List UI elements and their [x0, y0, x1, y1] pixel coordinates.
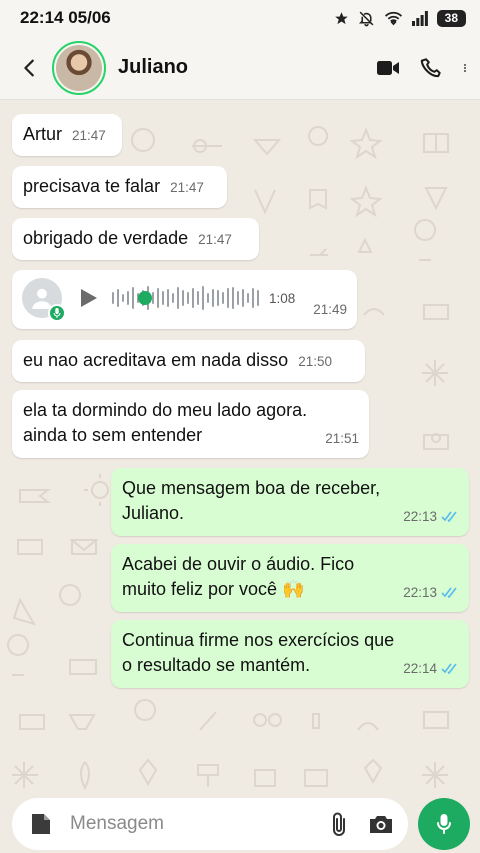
- more-options-icon[interactable]: [462, 58, 468, 78]
- play-icon[interactable]: [80, 288, 98, 308]
- message-input[interactable]: Mensagem: [70, 813, 164, 835]
- message-time: 21:47: [170, 180, 204, 195]
- audio-progress-handle[interactable]: [138, 291, 152, 305]
- message-time: 21:47: [72, 128, 106, 143]
- message-bubble-incoming[interactable]: obrigado de verdade 21:47: [12, 218, 259, 260]
- attach-icon[interactable]: [330, 811, 348, 837]
- read-receipt-icon: [441, 663, 457, 674]
- message-time: 22:13: [403, 509, 437, 524]
- message-time: 22:13: [403, 585, 437, 600]
- status-time: 22:14 05/06: [20, 8, 111, 27]
- mic-icon: [437, 814, 451, 834]
- message-meta: 22:13: [403, 580, 459, 605]
- message-meta: 22:14: [403, 656, 459, 681]
- star-icon: [334, 11, 348, 24]
- video-call-icon[interactable]: [376, 58, 400, 78]
- signal-icon: [411, 10, 428, 26]
- message-text: obrigado de verdade: [23, 228, 189, 248]
- mic-icon: [53, 308, 61, 318]
- voice-record-button[interactable]: [418, 798, 470, 850]
- message-text: Artur: [23, 124, 63, 144]
- read-receipt-icon: [441, 511, 457, 522]
- mic-badge: [48, 304, 66, 322]
- back-arrow-icon: [24, 59, 34, 76]
- audio-message-bubble[interactable]: 1:08 21:49: [12, 270, 357, 329]
- phone-icon[interactable]: [420, 57, 442, 79]
- mute-icon: [358, 11, 374, 26]
- message-text: eu nao acreditava em nada disso: [23, 350, 289, 370]
- audio-duration: 1:08: [269, 290, 296, 306]
- message-text: Que mensagem boa de receber, Juliano.: [122, 478, 381, 523]
- avatar: [56, 44, 102, 91]
- message-bubble-outgoing[interactable]: Continua firme nos exercícios que o resu…: [111, 620, 469, 688]
- message-bubble-outgoing[interactable]: Que mensagem boa de receber, Juliano. 22…: [111, 468, 469, 536]
- status-icons: 38: [334, 9, 466, 27]
- message-time: 21:49: [313, 302, 347, 317]
- message-time: 21:51: [325, 431, 359, 446]
- camera-icon[interactable]: [368, 813, 394, 835]
- message-text: Continua firme nos exercícios que o resu…: [122, 630, 395, 675]
- chat-area[interactable]: Artur 21:47 precisava te falar 21:47 obrig…: [0, 100, 480, 792]
- wifi-icon: [384, 11, 402, 25]
- audio-waveform[interactable]: [112, 283, 259, 313]
- message-text: precisava te falar: [23, 176, 161, 196]
- message-time: 22:14: [403, 661, 437, 676]
- message-bubble-incoming[interactable]: precisava te falar 21:47: [12, 166, 227, 208]
- message-bubble-outgoing[interactable]: Acabei de ouvir o áudio. Fico muito feli…: [111, 544, 469, 612]
- back-button[interactable]: [12, 50, 48, 86]
- audio-sender-avatar: [22, 278, 66, 322]
- message-time: 21:47: [198, 232, 232, 247]
- message-bubble-incoming[interactable]: Artur 21:47: [12, 114, 122, 156]
- message-text: ela ta dormindo do meu lado agora. ainda…: [23, 400, 308, 445]
- read-receipt-icon: [441, 587, 457, 598]
- message-bubble-incoming[interactable]: eu nao acreditava em nada disso 21:50: [12, 340, 365, 382]
- message-text: Acabei de ouvir o áudio. Fico muito feli…: [122, 554, 355, 599]
- message-bubble-incoming[interactable]: ela ta dormindo do meu lado agora. ainda…: [12, 390, 369, 458]
- message-time: 21:50: [298, 354, 332, 369]
- chat-header: Juliano: [0, 36, 480, 100]
- status-bar: 22:14 05/06 38: [0, 0, 480, 36]
- message-input-bar[interactable]: Mensagem: [12, 798, 408, 850]
- contact-name[interactable]: Juliano: [118, 56, 188, 79]
- battery-indicator: 38: [436, 9, 466, 27]
- contact-avatar[interactable]: [52, 40, 106, 95]
- message-meta: 22:13: [403, 504, 459, 529]
- sticker-icon[interactable]: [30, 812, 52, 836]
